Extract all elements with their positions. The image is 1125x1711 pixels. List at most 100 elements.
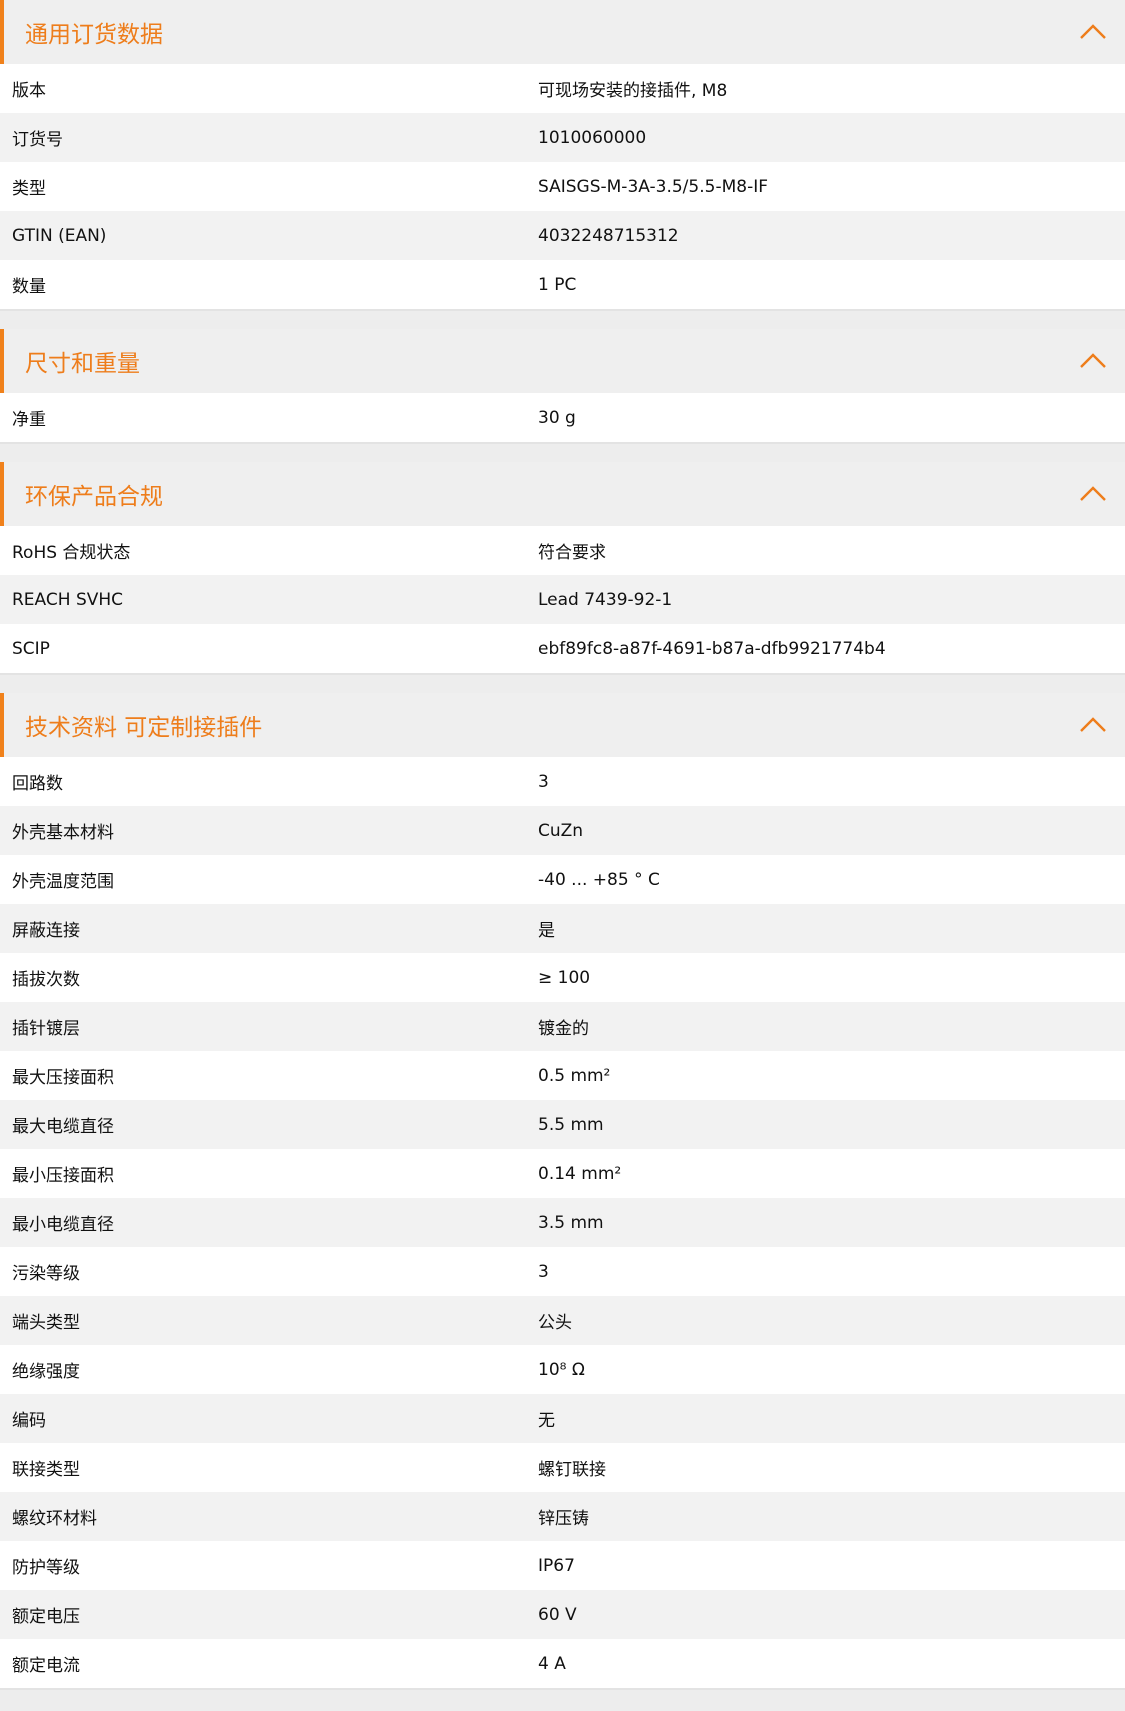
row-value: -40 ... +85 ° C (538, 869, 660, 890)
row-value: CuZn (538, 820, 584, 841)
row-label: RoHS 合规状态 (12, 543, 131, 563)
row-label: REACH SVHC (12, 589, 124, 610)
table-row: 端头类型 公头 (0, 1296, 1125, 1345)
section-technical-data: 技术资料 可定制接插件 回路数 3 外壳基本材料 CuZn 外壳温度范围 -40 ..… (0, 693, 1125, 1690)
row-label: 联接类型 (12, 1460, 80, 1480)
table-row: 回路数 3 (0, 757, 1125, 806)
table-row: REACH SVHC Lead 7439-92-1 (0, 575, 1125, 624)
row-label: 净重 (12, 410, 46, 430)
table-row: 最小电缆直径 3.5 mm (0, 1198, 1125, 1247)
row-value: 3.5 mm (538, 1212, 604, 1233)
row-value: 镀金的 (538, 1019, 589, 1039)
row-value: 4 A (538, 1653, 566, 1674)
divider (0, 442, 1125, 444)
section-header[interactable]: 通用订货数据 (0, 0, 1125, 64)
row-label: 绝缘强度 (12, 1362, 80, 1382)
row-label: 外壳温度范围 (12, 872, 114, 892)
table-row: 类型 SAISGS-M-3A-3.5/5.5-M8-IF (0, 162, 1125, 211)
row-value: 10⁸ Ω (538, 1359, 585, 1380)
spec-page: 通用订货数据 版本 可现场安装的接插件, M8 订货号 1010060000 类型 S… (0, 0, 1125, 1690)
row-label: 污染等级 (12, 1264, 80, 1284)
divider (0, 309, 1125, 311)
row-label: 屏蔽连接 (12, 921, 80, 941)
section-title: 环保产品合规 (25, 484, 163, 510)
row-label: 额定电压 (12, 1607, 80, 1627)
chevron-up-icon[interactable] (1079, 713, 1107, 735)
table-row: 净重 30 g (0, 393, 1125, 442)
row-label: 数量 (12, 277, 46, 297)
row-value: SAISGS-M-3A-3.5/5.5-M8-IF (538, 176, 768, 197)
row-label: 端头类型 (12, 1313, 80, 1333)
row-value: Lead 7439-92-1 (538, 589, 673, 610)
table-row: 外壳温度范围 -40 ... +85 ° C (0, 855, 1125, 904)
divider (0, 1688, 1125, 1690)
row-label: 类型 (12, 179, 46, 199)
row-value: 公头 (538, 1313, 572, 1333)
section-header[interactable]: 尺寸和重量 (0, 329, 1125, 393)
row-value: IP67 (538, 1555, 575, 1576)
row-value: 3 (538, 771, 549, 792)
row-label: 插针镀层 (12, 1019, 80, 1039)
section-title: 技术资料 可定制接插件 (25, 715, 263, 741)
table-row: SCIP ebf89fc8-a87f-4691-b87a-dfb9921774b4 (0, 624, 1125, 673)
section-header[interactable]: 技术资料 可定制接插件 (0, 693, 1125, 757)
row-value: 0.5 mm² (538, 1065, 611, 1086)
table-row: 绝缘强度 10⁸ Ω (0, 1345, 1125, 1394)
section-title: 通用订货数据 (25, 22, 163, 48)
table-row: GTIN (EAN) 4032248715312 (0, 211, 1125, 260)
table-row: 防护等级 IP67 (0, 1541, 1125, 1590)
row-label: 插拔次数 (12, 970, 80, 990)
row-label: 螺纹环材料 (12, 1509, 97, 1529)
row-value: 60 V (538, 1604, 577, 1625)
row-value: 符合要求 (538, 543, 606, 563)
table-row: 额定电流 4 A (0, 1639, 1125, 1688)
row-label: SCIP (12, 638, 50, 659)
table-row: 订货号 1010060000 (0, 113, 1125, 162)
row-label: 防护等级 (12, 1558, 80, 1578)
row-label: 外壳基本材料 (12, 823, 114, 843)
section-header[interactable]: 环保产品合规 (0, 462, 1125, 526)
row-value: 是 (538, 921, 555, 941)
row-value: 1010060000 (538, 127, 647, 148)
row-label: 版本 (12, 81, 46, 101)
table-row: 螺纹环材料 锌压铸 (0, 1492, 1125, 1541)
table-row: RoHS 合规状态 符合要求 (0, 526, 1125, 575)
table-row: 外壳基本材料 CuZn (0, 806, 1125, 855)
row-label: 最小电缆直径 (12, 1215, 114, 1235)
table-row: 最小压接面积 0.14 mm² (0, 1149, 1125, 1198)
row-label: 最大电缆直径 (12, 1117, 114, 1137)
section-title: 尺寸和重量 (25, 351, 140, 377)
row-label: 最大压接面积 (12, 1068, 114, 1088)
row-value: 4032248715312 (538, 225, 679, 246)
row-label: 编码 (12, 1411, 46, 1431)
row-value: 0.14 mm² (538, 1163, 622, 1184)
row-value: ebf89fc8-a87f-4691-b87a-dfb9921774b4 (538, 638, 886, 659)
table-row: 插拔次数 ≥ 100 (0, 953, 1125, 1002)
section-general-ordering-data: 通用订货数据 版本 可现场安装的接插件, M8 订货号 1010060000 类型 S… (0, 0, 1125, 311)
row-value: 可现场安装的接插件, M8 (538, 81, 728, 101)
chevron-up-icon[interactable] (1079, 349, 1107, 371)
table-row: 插针镀层 镀金的 (0, 1002, 1125, 1051)
table-row: 最大电缆直径 5.5 mm (0, 1100, 1125, 1149)
row-label: 额定电流 (12, 1656, 80, 1676)
divider (0, 673, 1125, 675)
row-label: 回路数 (12, 774, 63, 794)
chevron-up-icon[interactable] (1079, 20, 1107, 42)
section-environmental-compliance: 环保产品合规 RoHS 合规状态 符合要求 REACH SVHC Lead 7439… (0, 462, 1125, 675)
row-label: 订货号 (12, 130, 63, 150)
table-row: 最大压接面积 0.5 mm² (0, 1051, 1125, 1100)
row-value: 5.5 mm (538, 1114, 604, 1135)
table-row: 额定电压 60 V (0, 1590, 1125, 1639)
row-label: GTIN (EAN) (12, 225, 107, 246)
chevron-up-icon[interactable] (1079, 482, 1107, 504)
row-value: 螺钉联接 (538, 1460, 606, 1480)
row-value: 无 (538, 1411, 555, 1431)
table-row: 编码 无 (0, 1394, 1125, 1443)
row-label: 最小压接面积 (12, 1166, 114, 1186)
section-dimensions-weight: 尺寸和重量 净重 30 g (0, 329, 1125, 444)
row-value: 30 g (538, 407, 576, 428)
table-row: 版本 可现场安装的接插件, M8 (0, 64, 1125, 113)
table-row: 屏蔽连接 是 (0, 904, 1125, 953)
table-row: 联接类型 螺钉联接 (0, 1443, 1125, 1492)
table-row: 污染等级 3 (0, 1247, 1125, 1296)
